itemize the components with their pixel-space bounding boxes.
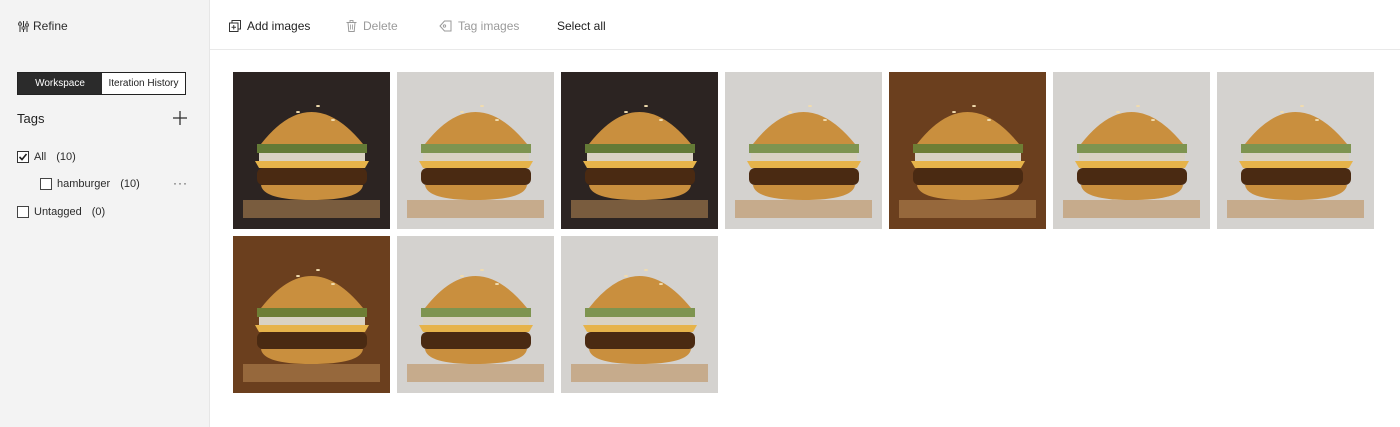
trash-icon [346,20,357,32]
hamburger-photo-icon [889,72,1046,229]
refine-button[interactable]: Refine [17,16,68,36]
tag-count: (0) [91,206,106,218]
tag-row-all[interactable]: All (10) [17,150,76,164]
hamburger-photo-icon [561,236,718,393]
image-thumbnail[interactable] [233,72,390,229]
tag-label: All [34,151,47,163]
image-thumbnail[interactable] [561,236,718,393]
hamburger-photo-icon [233,236,390,393]
delete-label: Delete [363,19,398,33]
checkbox-hamburger[interactable] [40,178,52,190]
select-all-label: Select all [557,19,606,33]
tag-count: (10) [56,151,76,163]
image-thumbnail[interactable] [725,72,882,229]
tag-images-button[interactable]: Tag images [439,17,519,35]
tag-more-options-icon[interactable]: ··· [173,176,188,190]
checkmark-icon [18,153,28,161]
tags-heading: Tags [17,111,45,126]
workspace-tab[interactable]: Workspace [18,73,102,94]
delete-button[interactable]: Delete [346,17,398,35]
checkbox-all[interactable] [17,151,29,163]
hamburger-photo-icon [397,236,554,393]
checkbox-untagged[interactable] [17,206,29,218]
image-thumbnail[interactable] [233,236,390,393]
hamburger-photo-icon [1217,72,1374,229]
sidebar: Refine Workspace Iteration History Tags … [0,0,210,427]
hamburger-photo-icon [233,72,390,229]
add-image-icon [229,20,241,32]
select-all-button[interactable]: Select all [557,17,606,35]
image-thumbnail[interactable] [1053,72,1210,229]
tag-row-hamburger[interactable]: hamburger (10) [40,177,140,191]
tag-label: hamburger [57,178,111,190]
tag-images-label: Tag images [458,19,520,33]
filter-sliders-icon [18,20,29,32]
refine-label: Refine [33,19,68,33]
image-thumbnail[interactable] [397,72,554,229]
hamburger-photo-icon [397,72,554,229]
image-thumbnail[interactable] [397,236,554,393]
iteration-history-tab[interactable]: Iteration History [102,73,185,94]
toolbar: Add images Delete Tag images Select all [210,0,1400,50]
image-thumbnail[interactable] [561,72,718,229]
image-thumbnail[interactable] [889,72,1046,229]
tag-count: (10) [120,178,140,190]
image-thumbnail[interactable] [1217,72,1374,229]
tag-label: Untagged [34,206,82,218]
hamburger-photo-icon [1053,72,1210,229]
add-images-label: Add images [247,19,311,33]
add-tag-icon[interactable] [172,110,188,126]
view-segmented-control: Workspace Iteration History [17,72,186,95]
tag-row-untagged[interactable]: Untagged (0) [17,205,105,219]
hamburger-photo-icon [561,72,718,229]
add-images-button[interactable]: Add images [229,17,310,35]
tag-icon [439,20,452,32]
hamburger-photo-icon [725,72,882,229]
